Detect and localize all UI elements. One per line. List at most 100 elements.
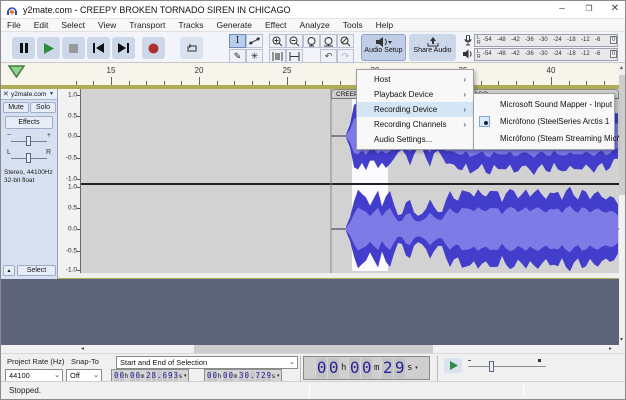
vertical-scrollbar-thumb[interactable] xyxy=(619,75,625,195)
zoom-out-button[interactable] xyxy=(286,34,303,48)
undo-button[interactable]: ↶ xyxy=(320,49,337,63)
title-bar: y2mate.com - CREEPY BROKEN TORNADO SIREN… xyxy=(1,1,625,19)
track-select-button[interactable]: Select xyxy=(17,265,56,276)
menu-tools[interactable]: Tools xyxy=(343,20,363,30)
time-field-caret-icon[interactable]: ▾ xyxy=(415,365,418,371)
menu-generate[interactable]: Generate xyxy=(217,20,252,30)
menu-transport[interactable]: Transport xyxy=(129,20,165,30)
pencil-icon: ✎ xyxy=(233,50,242,61)
skip-to-start-button[interactable] xyxy=(87,37,110,59)
horizontal-scrollbar[interactable]: ◂ ▸ xyxy=(1,345,619,353)
menu-help[interactable]: Help xyxy=(376,20,393,30)
play-speed-slider[interactable] xyxy=(468,358,546,374)
minimize-button[interactable]: – xyxy=(549,1,575,18)
gain-minus-label: − xyxy=(7,132,12,139)
stop-button[interactable] xyxy=(62,37,85,59)
playback-meter[interactable]: L R -54 -48 -42 -36 -30 -24 -18 -12 -6 0 xyxy=(474,48,618,61)
track-control-panel: ✕ y2mate.com ▼ Mute Solo Effects − + L R… xyxy=(1,89,58,279)
menu-file[interactable]: File xyxy=(7,20,21,30)
pause-button[interactable] xyxy=(12,37,35,59)
effects-button[interactable]: Effects xyxy=(5,116,53,129)
time-field-caret-icon[interactable]: ▾ xyxy=(277,373,280,379)
track-close-icon[interactable]: ✕ xyxy=(3,90,9,98)
menu-effect[interactable]: Effect xyxy=(265,20,287,30)
loop-icon xyxy=(186,43,197,52)
trim-audio-button[interactable] xyxy=(269,49,286,63)
time-digit[interactable]: h xyxy=(339,363,348,373)
multi-tool-button[interactable]: ✳ xyxy=(246,49,263,63)
meter-scale-label: -6 xyxy=(595,51,601,57)
recording-meter[interactable]: L R -54 -48 -42 -36 -30 -24 -18 -12 -6 0 xyxy=(474,34,618,47)
redo-button[interactable]: ↷ xyxy=(337,49,354,63)
horizontal-scrollbar-thumb[interactable] xyxy=(194,345,433,353)
vertical-scrollbar[interactable]: ▴ ▾ xyxy=(619,63,625,345)
time-digit[interactable]: 0 xyxy=(348,358,361,378)
scroll-right-icon[interactable]: ▸ xyxy=(609,345,612,353)
pan-slider[interactable]: L R xyxy=(3,149,55,163)
play-speed-slider-handle[interactable] xyxy=(489,361,494,372)
amplitude-scale-label: 0.0 xyxy=(67,225,77,233)
zoom-in-button[interactable] xyxy=(269,34,286,48)
silence-audio-button[interactable] xyxy=(286,49,303,63)
gain-slider[interactable]: − + xyxy=(3,132,55,146)
time-digit[interactable]: 0 xyxy=(327,358,340,378)
envelope-tool-button[interactable] xyxy=(246,34,263,48)
scroll-up-icon[interactable]: ▴ xyxy=(620,64,623,72)
record-button[interactable] xyxy=(142,37,165,59)
menu-item-playback-device[interactable]: Playback Device › xyxy=(357,87,473,102)
time-digit[interactable]: m xyxy=(372,363,381,373)
share-audio-button[interactable]: Share Audio xyxy=(409,34,456,61)
fit-project-button[interactable] xyxy=(320,34,337,48)
menu-tracks[interactable]: Tracks xyxy=(178,20,203,30)
time-digit[interactable]: s xyxy=(178,371,183,381)
timeline-pin-icon[interactable] xyxy=(8,65,25,78)
pan-slider-handle[interactable] xyxy=(26,153,31,163)
track-name[interactable]: y2mate.com xyxy=(11,91,46,98)
menu-analyze[interactable]: Analyze xyxy=(300,20,330,30)
scroll-down-icon[interactable]: ▾ xyxy=(620,336,623,344)
menu-view[interactable]: View xyxy=(98,20,116,30)
time-digit[interactable]: s xyxy=(405,363,414,373)
audio-position-display[interactable]: 0 0 h 0 0 m 2 9 s ▾ xyxy=(303,356,430,380)
selection-tool-button[interactable]: I xyxy=(229,34,246,48)
submenu-arrow-icon: › xyxy=(463,90,466,99)
empty-project-area[interactable] xyxy=(1,279,619,345)
zoom-toggle-button[interactable] xyxy=(337,34,354,48)
time-digit[interactable]: s xyxy=(271,371,276,381)
audio-setup-button[interactable]: Audio Setup xyxy=(361,34,406,61)
play-at-speed-button[interactable] xyxy=(444,358,462,373)
track-menu-caret-icon[interactable]: ▼ xyxy=(49,91,54,97)
menu-item-recording-channels[interactable]: Recording Channels › xyxy=(357,117,473,132)
menu-item-audio-settings[interactable]: Audio Settings... xyxy=(357,132,473,147)
draw-tool-button[interactable]: ✎ xyxy=(229,49,246,63)
menu-item-recording-device[interactable]: Recording Device › xyxy=(357,102,473,117)
close-button[interactable]: ✕ xyxy=(602,1,625,18)
solo-button[interactable]: Solo xyxy=(30,102,56,113)
menu-select[interactable]: Select xyxy=(61,20,85,30)
fit-selection-button[interactable] xyxy=(303,34,320,48)
recording-device-option[interactable]: Micrófono (Steam Streaming Micr xyxy=(474,130,619,147)
menu-edit[interactable]: Edit xyxy=(34,20,49,30)
time-digit[interactable]: 0 xyxy=(315,358,328,378)
recording-device-option[interactable]: Microsoft Sound Mapper - Input xyxy=(474,96,614,113)
recording-device-option[interactable]: Micrófono (SteelSeries Arctis 1 xyxy=(474,113,614,130)
timeline-ruler[interactable]: 152025303540 xyxy=(1,63,619,87)
skip-to-end-button[interactable] xyxy=(112,37,135,59)
mute-button[interactable]: Mute xyxy=(3,102,29,113)
menu-item-label: Playback Device xyxy=(374,90,434,99)
collapse-track-button[interactable]: ▲ xyxy=(3,265,15,276)
time-digit[interactable]: 9 xyxy=(393,358,406,378)
time-field-caret-icon[interactable]: ▾ xyxy=(184,373,187,379)
selection-mode-combobox[interactable]: Start and End of Selection ⌄ xyxy=(116,356,298,369)
play-button[interactable] xyxy=(37,37,60,59)
project-rate-value: 44100 xyxy=(9,371,30,380)
scroll-left-icon[interactable]: ◂ xyxy=(81,345,84,353)
vertical-scale-ruler[interactable]: 1.0 0.5 0.0 -0.5 -1.0 1.0 0.5 0.0 -0.5 -1.0 xyxy=(58,89,81,274)
loop-button[interactable] xyxy=(180,37,203,59)
maximize-button[interactable]: ❐ xyxy=(576,1,602,18)
time-digit[interactable]: 2 xyxy=(381,358,394,378)
time-digit[interactable]: 0 xyxy=(360,358,373,378)
menu-item-host[interactable]: Host › xyxy=(357,72,473,87)
chevron-down-icon: ⌄ xyxy=(54,372,60,379)
gain-slider-handle[interactable] xyxy=(26,136,31,146)
